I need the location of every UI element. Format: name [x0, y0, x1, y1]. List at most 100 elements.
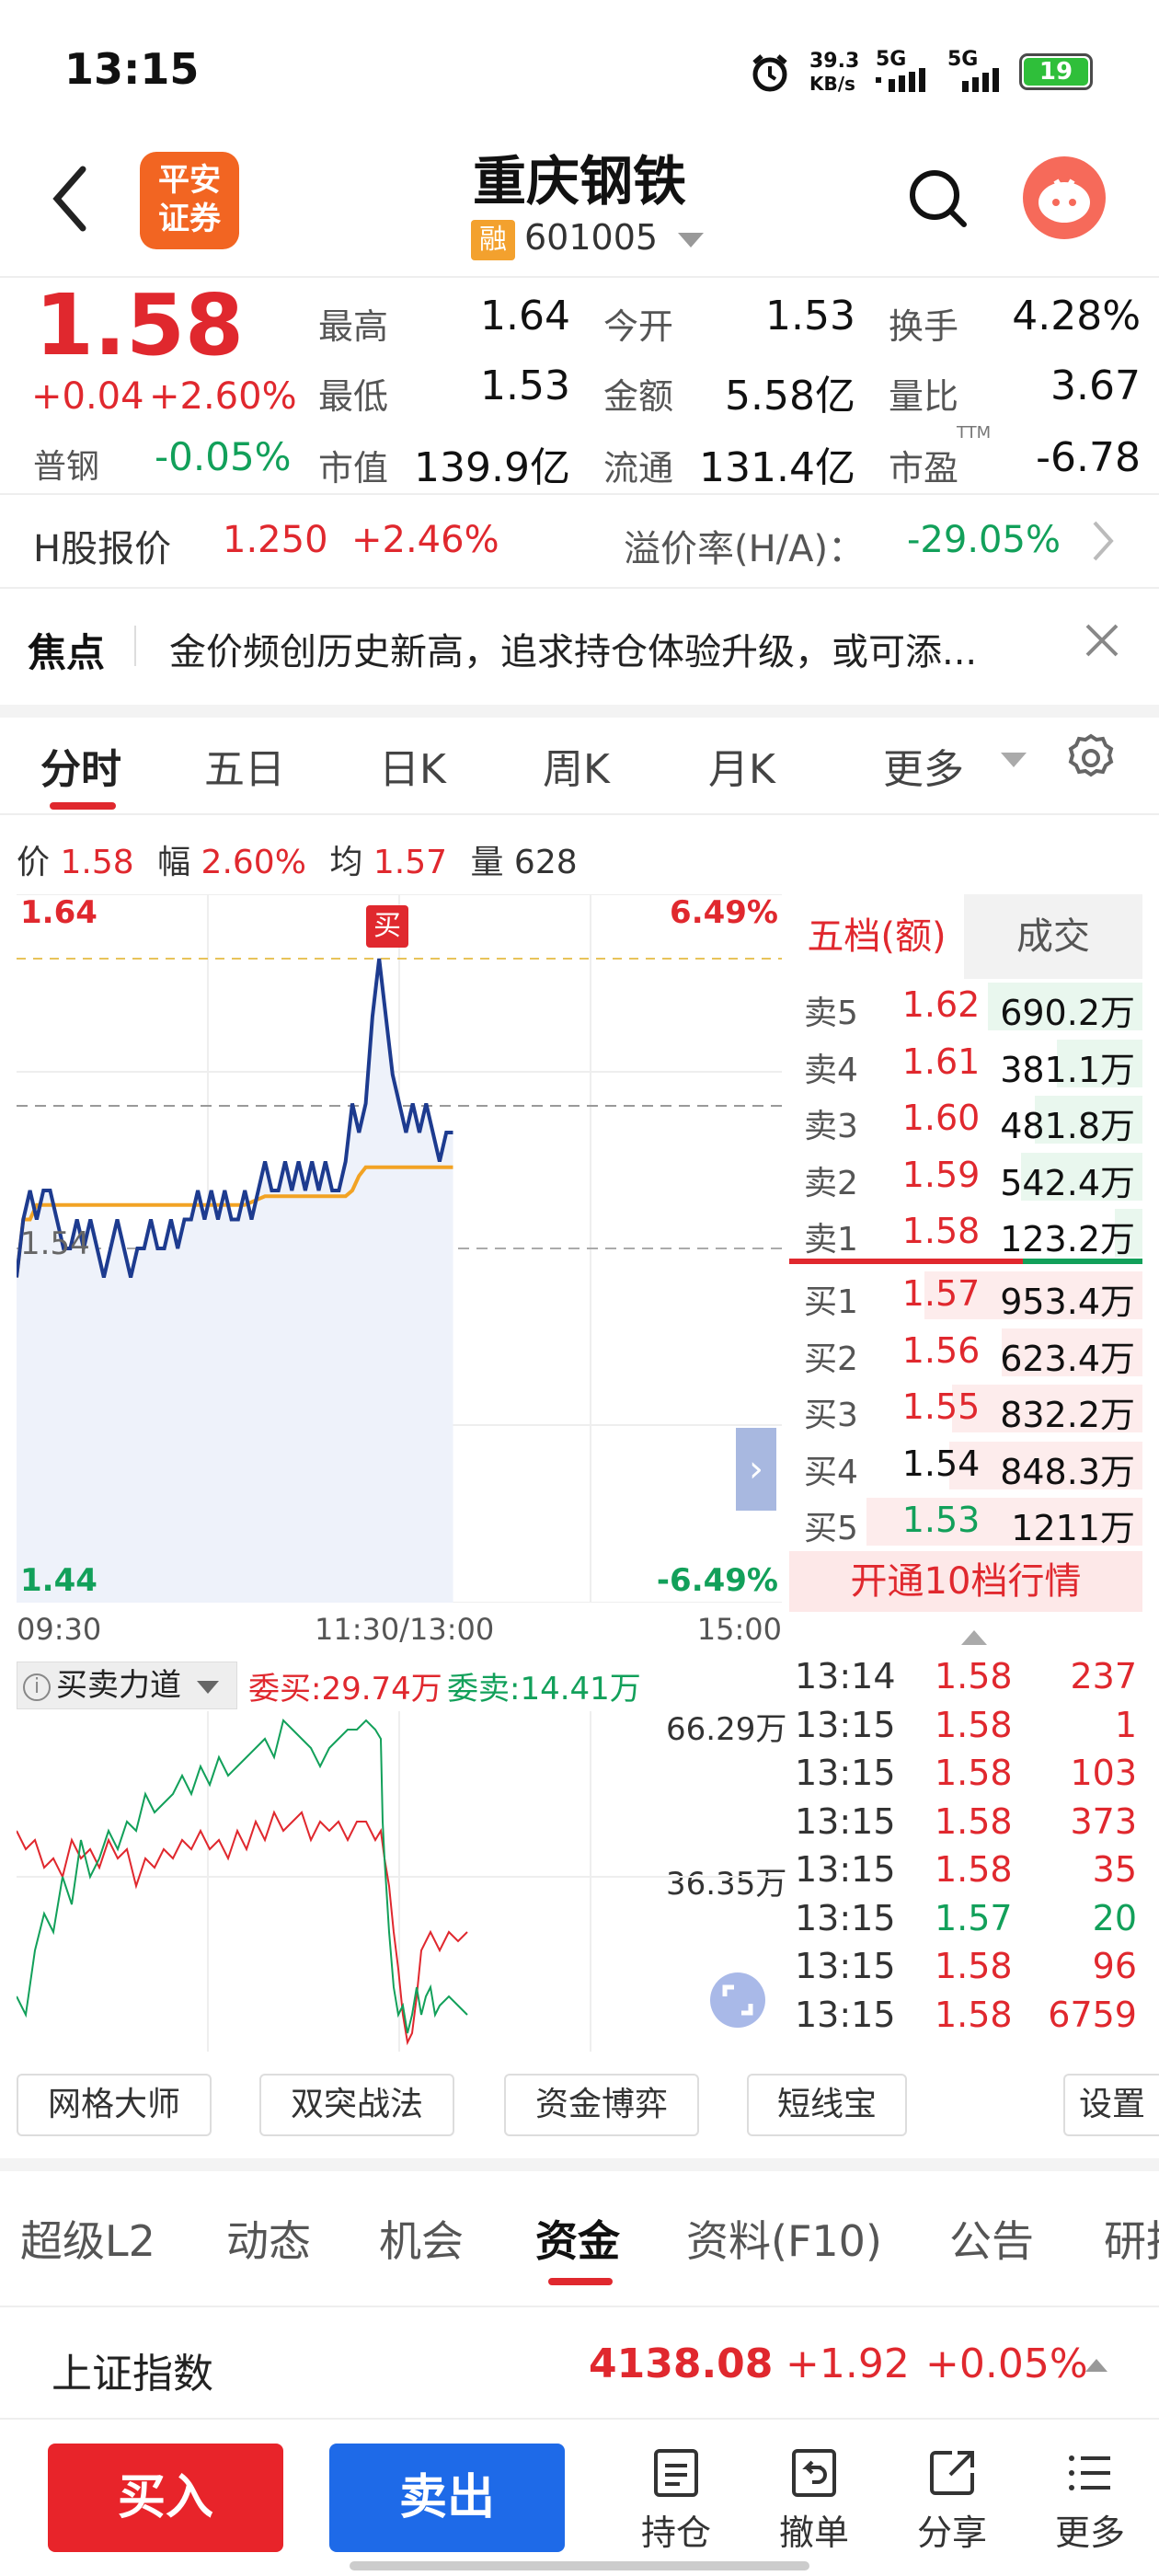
- tab-f10[interactable]: 资料(F10): [686, 2208, 882, 2269]
- force-chart: [16, 1711, 782, 2052]
- tool-fund-game[interactable]: 资金博弈: [504, 2074, 699, 2136]
- tab-announcement[interactable]: 公告: [949, 2208, 1034, 2269]
- trades-scroll-up-icon[interactable]: [961, 1630, 987, 1645]
- section-gap: [0, 705, 1159, 718]
- tab-capital[interactable]: 资金: [535, 2208, 620, 2269]
- level-label: 卖1: [804, 1221, 858, 1259]
- level-label: 买5: [804, 1510, 858, 1547]
- trade-volume: 1: [1114, 1704, 1137, 1745]
- ask-level[interactable]: 卖2 1.59 542.4万: [789, 1149, 1142, 1203]
- chevron-down-icon: [196, 1680, 219, 1694]
- intraday-chart[interactable]: 1.64 6.49% 1.54 1.44 -6.49% 买 ›: [15, 893, 782, 1604]
- bid-level[interactable]: 买2 1.56 623.4万: [789, 1325, 1142, 1379]
- orderbook-tab-trades[interactable]: 成交: [964, 894, 1142, 979]
- force-selector[interactable]: i 买卖力道: [17, 1662, 237, 1709]
- section-gap: [0, 2158, 1159, 2171]
- high-label: 最高: [318, 306, 389, 347]
- expand-orderbook-button[interactable]: ›: [736, 1428, 776, 1511]
- ask-level[interactable]: 卖4 1.61 381.1万: [789, 1036, 1142, 1090]
- tab-research[interactable]: 研报: [1104, 2208, 1159, 2269]
- trade-price: 1.57: [935, 1897, 1013, 1938]
- trade-price: 1.58: [935, 1946, 1013, 1986]
- chart-info-amp: 2.60%: [201, 844, 306, 881]
- tool-short-line[interactable]: 短线宝: [747, 2074, 907, 2136]
- chart-bottom-pct: -6.49%: [656, 1562, 778, 1599]
- time-start: 09:30: [17, 1612, 102, 1647]
- tab-five-day[interactable]: 五日: [204, 736, 285, 795]
- chart-info-price: 1.58: [60, 844, 134, 881]
- h-share-row[interactable]: H股报价 1.250 +2.46% 溢价率(H/A)： -29.05%: [0, 495, 1159, 587]
- time-axis: 09:30 11:30/13:00 15:00: [17, 1604, 782, 1650]
- tab-weekly-k[interactable]: 周K: [543, 736, 610, 795]
- gear-icon[interactable]: [1065, 732, 1117, 788]
- focus-label: 焦点: [28, 630, 106, 675]
- share-button[interactable]: 分享: [901, 2447, 1003, 2555]
- time-mid: 11:30/13:00: [315, 1612, 495, 1647]
- tab-super-l2[interactable]: 超级L2: [20, 2208, 155, 2269]
- level-label: 卖3: [804, 1108, 858, 1145]
- tab-news[interactable]: 动态: [226, 2208, 311, 2269]
- home-indicator: [350, 2561, 809, 2570]
- level-label: 卖4: [804, 1051, 858, 1089]
- index-ticker[interactable]: 上证指数 4138.08 +1.92 +0.05%: [0, 2307, 1159, 2418]
- buy-button[interactable]: 买入: [48, 2444, 283, 2552]
- trade-volume: 237: [1070, 1656, 1137, 1696]
- h-share-label: H股报价: [33, 528, 172, 570]
- sector-change: -0.05%: [155, 434, 292, 479]
- battery-icon: 19: [1019, 53, 1093, 90]
- trade-price: 1.58: [935, 1800, 1013, 1842]
- assistant-avatar[interactable]: [1023, 156, 1106, 239]
- tool-grid-master[interactable]: 网格大师: [17, 2074, 212, 2136]
- level-amount: 1211万: [1011, 1508, 1135, 1548]
- tool-double-breakout[interactable]: 双突战法: [259, 2074, 454, 2136]
- tab-opportunity[interactable]: 机会: [379, 2208, 464, 2269]
- trade-volume: 103: [1070, 1753, 1137, 1793]
- ask-level[interactable]: 卖3 1.60 481.8万: [789, 1092, 1142, 1146]
- level10-button[interactable]: 开通10档行情: [789, 1551, 1142, 1612]
- chevron-down-icon: [1001, 753, 1027, 767]
- position-button[interactable]: 持仓: [625, 2447, 727, 2555]
- search-icon[interactable]: [905, 166, 970, 234]
- close-icon[interactable]: [1084, 622, 1120, 662]
- tab-monthly-k[interactable]: 月K: [708, 736, 775, 795]
- tab-daily-k[interactable]: 日K: [379, 736, 446, 795]
- level-price: 1.60: [901, 1098, 981, 1138]
- buy-signal-marker: 买: [366, 905, 408, 948]
- chart-info-avg: 1.57: [373, 844, 447, 881]
- bid-level[interactable]: 买5 1.53 1211万: [789, 1494, 1142, 1548]
- tab-intraday[interactable]: 分时: [40, 736, 121, 795]
- fullscreen-button[interactable]: [710, 1972, 765, 2028]
- clock: 13:15: [64, 44, 200, 94]
- ask-level[interactable]: 卖5 1.62 690.2万: [789, 979, 1142, 1033]
- trade-row: 13:15 1.58 35: [791, 1849, 1141, 1897]
- ask-level[interactable]: 卖1 1.58 123.2万: [789, 1205, 1142, 1259]
- ask-total: 委卖:14.41万: [447, 1671, 641, 1708]
- sim1-label: 5G: [876, 48, 907, 71]
- level-label: 买1: [804, 1283, 858, 1321]
- net-speed-unit: KB/s: [809, 73, 855, 95]
- high-value: 1.64: [480, 293, 570, 339]
- cancel-order-button[interactable]: 撤单: [763, 2447, 865, 2555]
- trade-row: 13:15 1.58 1: [791, 1705, 1141, 1753]
- more-button[interactable]: 更多: [1039, 2447, 1141, 2555]
- trade-volume: 6759: [1048, 1994, 1137, 2035]
- tab-more[interactable]: 更多: [883, 736, 964, 795]
- level-label: 卖5: [804, 995, 858, 1032]
- index-change: +1.92: [786, 2340, 910, 2387]
- bid-level[interactable]: 买4 1.54 848.3万: [789, 1438, 1142, 1492]
- tool-settings[interactable]: 设置: [1063, 2074, 1159, 2136]
- low-label: 最低: [318, 376, 389, 417]
- stock-code-selector[interactable]: 融 601005: [471, 217, 705, 260]
- sell-button[interactable]: 卖出: [329, 2444, 565, 2552]
- intraday-chart-svg: [15, 893, 782, 1604]
- bid-level[interactable]: 买1 1.57 953.4万: [789, 1268, 1142, 1322]
- focus-news[interactable]: 焦点 金价频创历史新高，追求持仓体验升级，或可添...: [0, 589, 1159, 705]
- index-pct: +0.05%: [925, 2340, 1088, 2387]
- spread-divider: [1023, 1259, 1142, 1264]
- chart-info-vol: 628: [513, 844, 578, 881]
- price-change-pct: +2.60%: [149, 375, 297, 418]
- orderbook-tab-active[interactable]: 五档(额): [789, 894, 964, 979]
- amount-label: 金额: [603, 376, 674, 417]
- premium-value: -29.05%: [907, 519, 1061, 561]
- bid-level[interactable]: 买3 1.55 832.2万: [789, 1381, 1142, 1435]
